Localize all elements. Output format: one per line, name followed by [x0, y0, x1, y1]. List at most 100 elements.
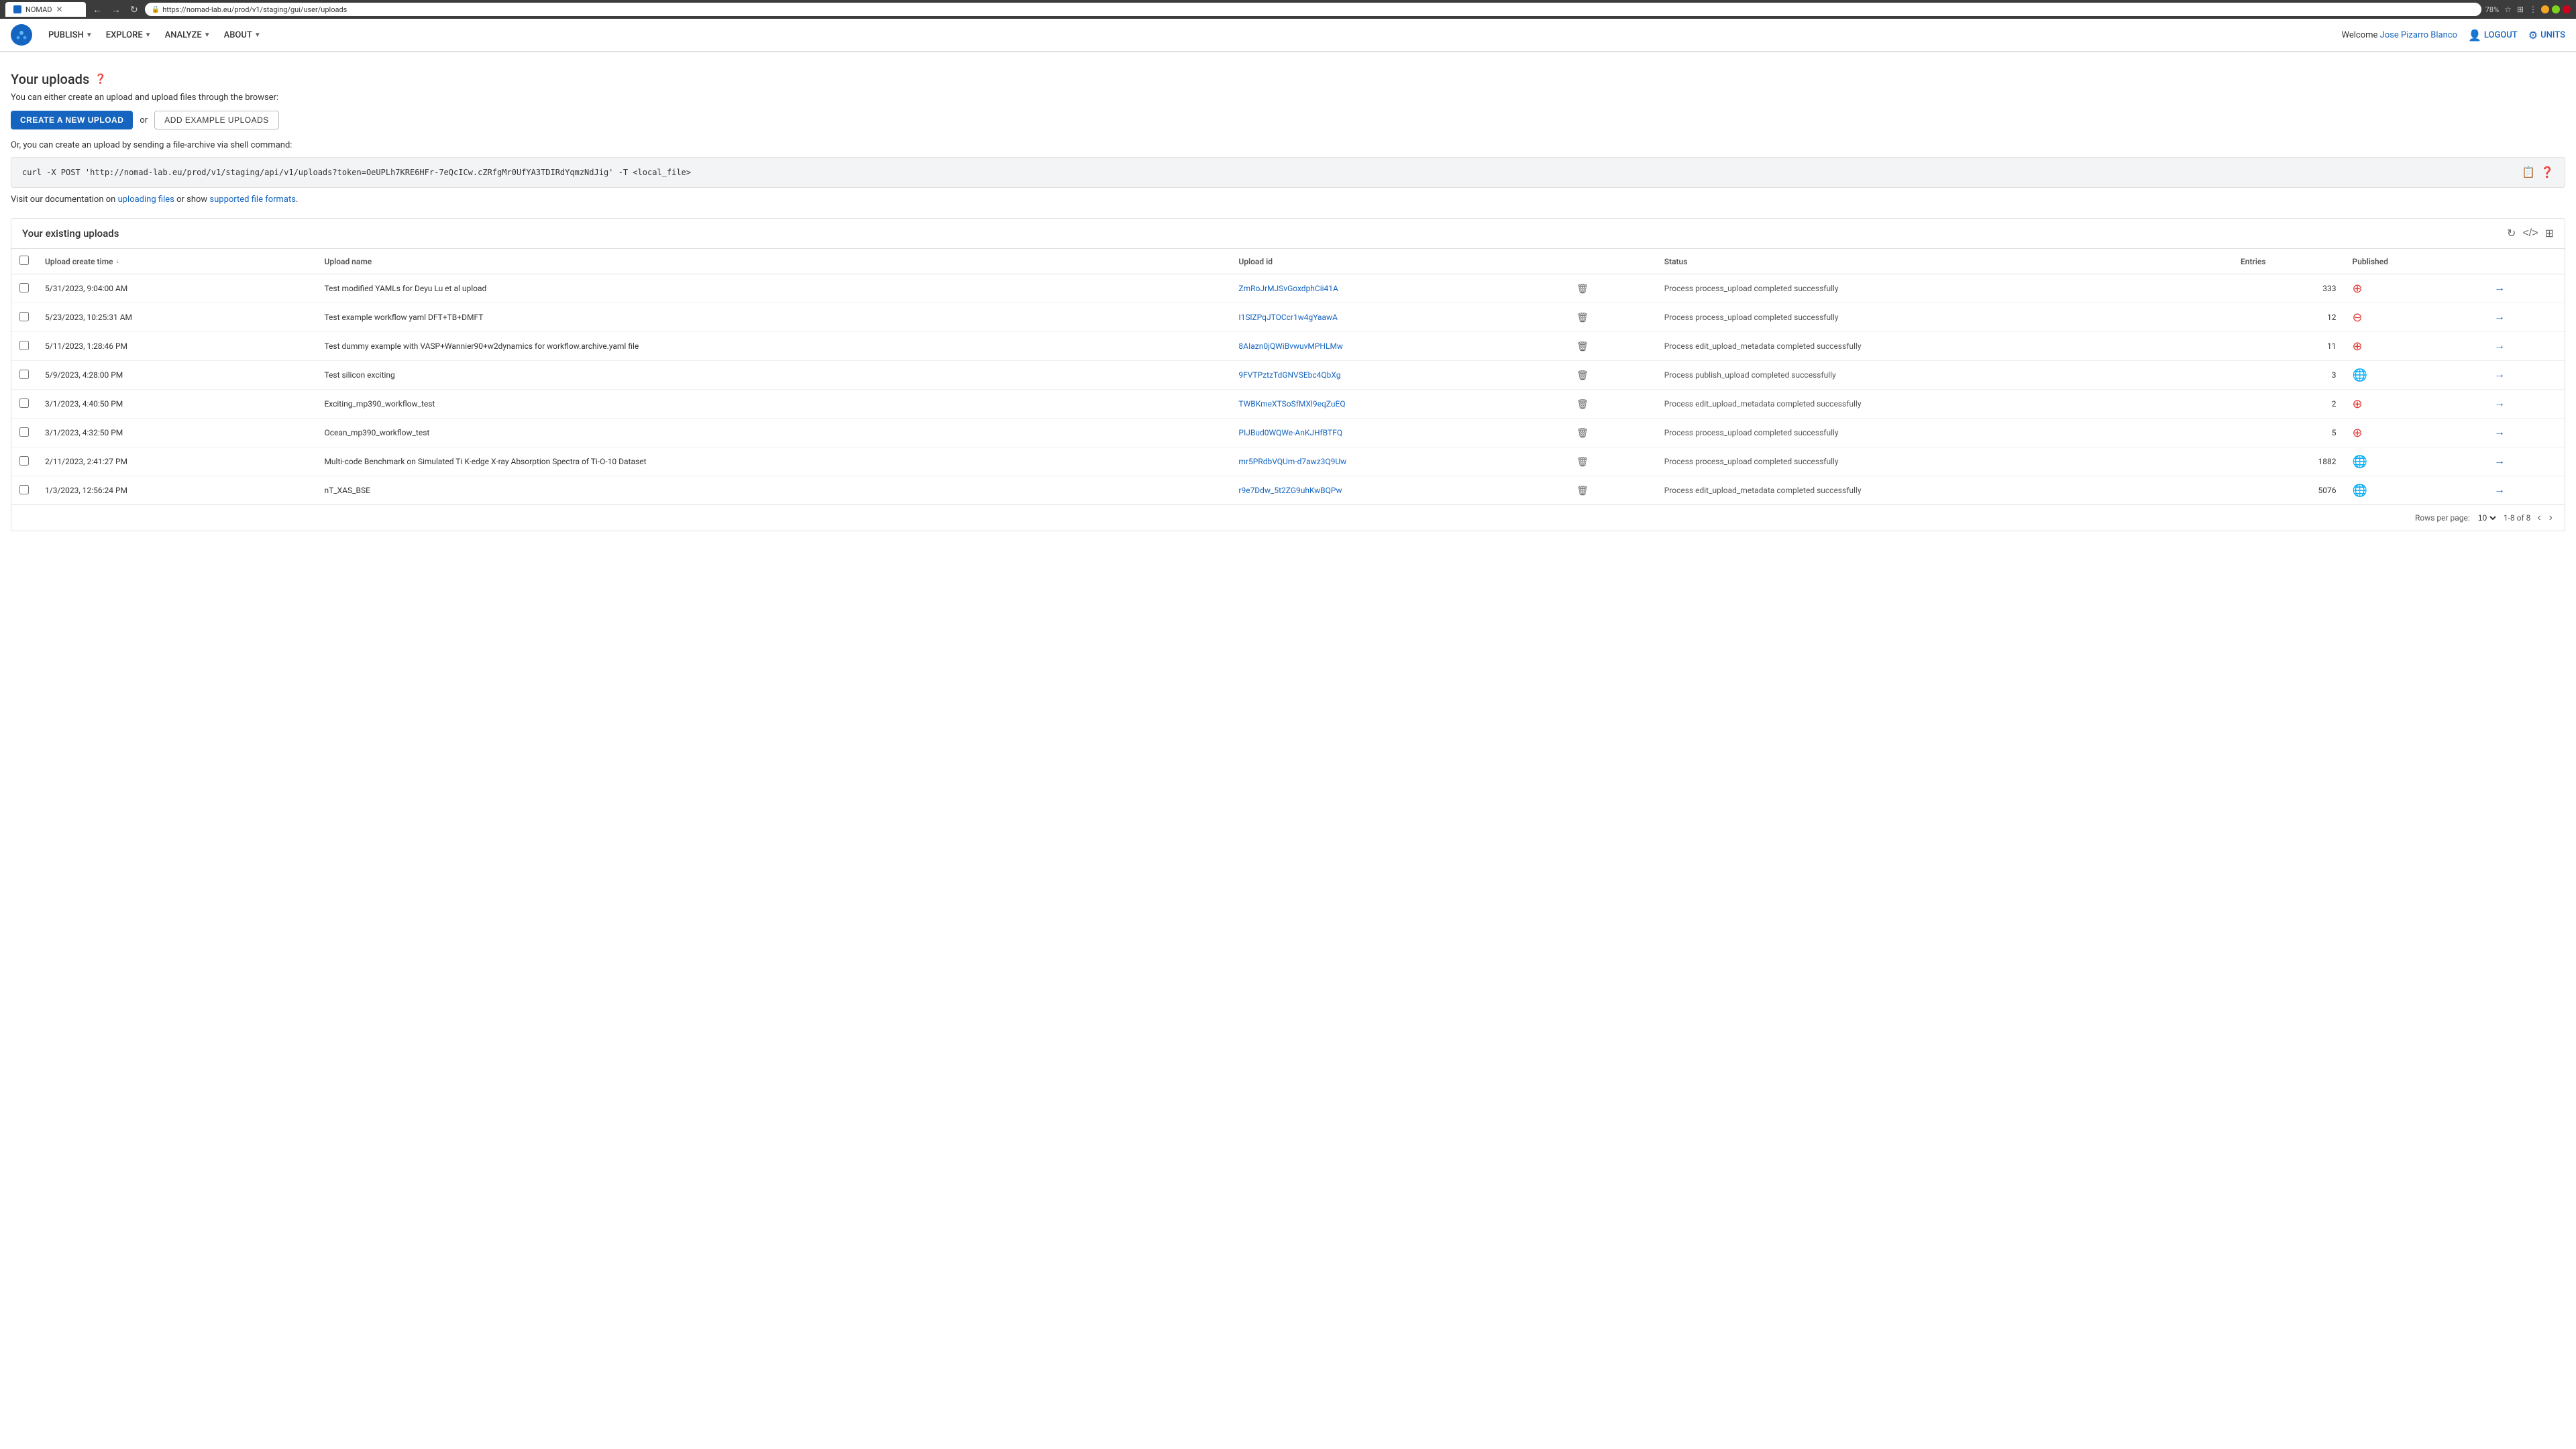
upload-id-link[interactable]: TWBKmeXTSoSfMXl9eqZuEQ: [1238, 399, 1345, 409]
row-upload-id: TWBKmeXTSoSfMXl9eqZuEQ: [1230, 390, 1566, 419]
navigate-row-button[interactable]: →: [2493, 339, 2506, 354]
row-upload-id: 9FVTPztzTdGNVSEbc4QbXg: [1230, 361, 1566, 390]
row-entries: 1882: [2233, 447, 2345, 476]
row-status: Process process_upload completed success…: [1656, 274, 2233, 303]
nav-publish[interactable]: PUBLISH ▼: [43, 28, 98, 43]
upload-id-link[interactable]: mr5PRdbVQUm-d7awz3Q9Uw: [1238, 457, 1346, 466]
copy-code-button[interactable]: 📋: [2522, 166, 2535, 179]
navigate-row-button[interactable]: →: [2493, 368, 2506, 382]
row-status: Process process_upload completed success…: [1656, 419, 2233, 447]
table-header-row: Upload create time ↓ Upload name Upload …: [11, 249, 2565, 274]
or-separator: or: [140, 115, 148, 125]
navigate-row-button[interactable]: →: [2493, 310, 2506, 325]
delete-row-button[interactable]: 🗑: [1574, 311, 1591, 325]
delete-row-button[interactable]: 🗑: [1574, 282, 1591, 296]
columns-button[interactable]: ⊞: [2545, 227, 2554, 240]
page-title: Your uploads: [11, 71, 89, 87]
upload-id-link[interactable]: 8AIazn0jQWiBvwuvMPHLMw: [1238, 341, 1343, 351]
curl-command-text: curl -X POST 'http://nomad-lab.eu/prod/v…: [22, 168, 2522, 177]
row-navigate-cell: →: [2485, 390, 2565, 419]
prev-page-button[interactable]: ‹: [2536, 511, 2542, 525]
row-checkbox[interactable]: [19, 398, 29, 408]
rows-per-page-select[interactable]: 10 25 50: [2475, 513, 2498, 523]
publish-plus-icon[interactable]: ⊕: [2353, 339, 2363, 354]
upload-id-link[interactable]: 9FVTPztzTdGNVSEbc4QbXg: [1238, 370, 1340, 380]
next-page-button[interactable]: ›: [2548, 511, 2554, 525]
navigate-row-button[interactable]: →: [2493, 483, 2506, 498]
nav-analyze[interactable]: ANALYZE ▼: [160, 28, 216, 43]
delete-row-button[interactable]: 🗑: [1574, 339, 1591, 354]
extension-icon[interactable]: ⊞: [2517, 5, 2524, 14]
user-name-link[interactable]: Jose Pizarro Blanco: [2380, 30, 2457, 40]
nav-menu: PUBLISH ▼ EXPLORE ▼ ANALYZE ▼ ABOUT ▼: [43, 28, 266, 43]
select-all-checkbox[interactable]: [19, 256, 29, 265]
uploading-files-link[interactable]: uploading files: [118, 195, 174, 205]
publish-plus-icon[interactable]: ⊕: [2353, 397, 2363, 411]
account-icon: 👤: [2468, 29, 2481, 42]
explore-chevron-icon: ▼: [145, 32, 152, 39]
nav-explore[interactable]: EXPLORE ▼: [101, 28, 157, 43]
row-checkbox[interactable]: [19, 370, 29, 379]
rows-per-page-label: Rows per page:: [2415, 513, 2470, 523]
upload-id-link[interactable]: ZmRoJrMJSvGoxdphCii41A: [1238, 284, 1338, 293]
delete-row-button[interactable]: 🗑: [1574, 484, 1591, 498]
delete-row-button[interactable]: 🗑: [1574, 397, 1591, 411]
units-button[interactable]: ⚙ UNITS: [2528, 29, 2565, 42]
navigate-row-button[interactable]: →: [2493, 281, 2506, 296]
supported-formats-link[interactable]: supported file formats: [209, 195, 296, 205]
row-checkbox[interactable]: [19, 341, 29, 350]
maximize-button[interactable]: [2552, 5, 2560, 13]
nav-about[interactable]: ABOUT ▼: [219, 28, 266, 43]
row-checkbox-cell: [11, 361, 37, 390]
help-code-button[interactable]: ❓: [2540, 166, 2554, 179]
row-checkbox[interactable]: [19, 283, 29, 292]
add-example-button[interactable]: ADD EXAMPLE UPLOADS: [154, 111, 279, 129]
welcome-text: Welcome Jose Pizarro Blanco: [2342, 30, 2458, 40]
upload-id-link[interactable]: PIJBud0WQWe-AnKJHfBTFQ: [1238, 428, 1342, 437]
navigate-row-button[interactable]: →: [2493, 396, 2506, 411]
bookmark-icon[interactable]: ☆: [2504, 5, 2512, 14]
row-checkbox-cell: [11, 390, 37, 419]
refresh-button[interactable]: ↻: [2507, 227, 2516, 240]
delete-row-button[interactable]: 🗑: [1574, 368, 1591, 382]
row-checkbox[interactable]: [19, 485, 29, 494]
navigate-row-button[interactable]: →: [2493, 454, 2506, 469]
row-checkbox[interactable]: [19, 456, 29, 466]
delete-row-button[interactable]: 🗑: [1574, 426, 1591, 440]
row-checkbox[interactable]: [19, 427, 29, 437]
publish-plus-icon[interactable]: ⊕: [2353, 282, 2363, 296]
upload-id-link[interactable]: r9e7Ddw_5t2ZG9uhKwBQPw: [1238, 486, 1342, 495]
settings-icon: ⚙: [2528, 29, 2538, 42]
sort-icon: ↓: [116, 258, 119, 265]
publish-globe-icon[interactable]: 🌐: [2353, 368, 2367, 382]
browser-tab[interactable]: NOMAD ✕: [5, 2, 86, 17]
row-delete-cell: 🗑: [1566, 332, 1656, 361]
publish-plus-icon[interactable]: ⊕: [2353, 426, 2363, 440]
close-button[interactable]: [2563, 5, 2571, 13]
address-bar[interactable]: 🔒 https://nomad-lab.eu/prod/v1/staging/g…: [145, 3, 2481, 16]
publish-globe-icon[interactable]: 🌐: [2353, 455, 2367, 469]
help-icon[interactable]: ❓: [95, 74, 106, 85]
table-row: 5/23/2023, 10:25:31 AM Test example work…: [11, 303, 2565, 332]
upload-id-link[interactable]: I1SlZPqJTOCcr1w4gYaawA: [1238, 313, 1338, 322]
row-status: Process edit_upload_metadata completed s…: [1656, 390, 2233, 419]
table-header: Your existing uploads ↻ </> ⊞: [11, 219, 2565, 249]
forward-button[interactable]: →: [109, 3, 123, 16]
publish-chevron-icon: ▼: [86, 32, 93, 39]
row-name: nT_XAS_BSE: [316, 476, 1230, 505]
table-row: 1/3/2023, 12:56:24 PM nT_XAS_BSE r9e7Ddw…: [11, 476, 2565, 505]
publish-minus-icon[interactable]: ⊖: [2353, 311, 2363, 325]
logout-button[interactable]: 👤 LOGOUT: [2468, 29, 2518, 42]
tab-close-icon[interactable]: ✕: [56, 5, 63, 14]
navigate-row-button[interactable]: →: [2493, 425, 2506, 440]
create-upload-button[interactable]: CREATE A NEW UPLOAD: [11, 111, 133, 129]
reload-button[interactable]: ↻: [127, 3, 141, 17]
col-create-time[interactable]: Upload create time ↓: [37, 249, 316, 274]
delete-row-button[interactable]: 🗑: [1574, 455, 1591, 469]
minimize-button[interactable]: [2541, 5, 2549, 13]
code-view-button[interactable]: </>: [2522, 227, 2538, 239]
row-checkbox[interactable]: [19, 312, 29, 321]
back-button[interactable]: ←: [90, 3, 105, 16]
menu-icon[interactable]: ⋮: [2529, 5, 2537, 14]
publish-globe-icon[interactable]: 🌐: [2353, 484, 2367, 498]
